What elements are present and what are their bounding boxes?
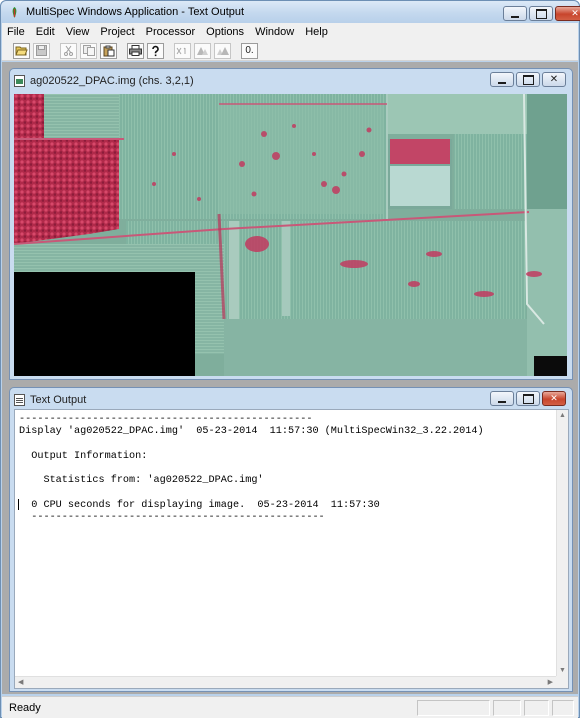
menu-bar: File Edit View Project Processor Options… [2,23,578,41]
zoom-out-button[interactable] [214,42,231,59]
scroll-corner [556,676,568,688]
menu-window[interactable]: Window [255,26,294,38]
zoom-x1-button[interactable] [174,42,191,59]
cut-button[interactable] [60,42,77,59]
save-button[interactable] [33,42,50,59]
output-line: 0 CPU seconds for displaying image. 05-2… [19,500,380,512]
output-line: Output Information: [19,450,148,462]
output-line: Display 'ag020522_DPAC.img' 05-23-2014 1… [19,426,484,438]
text-window-icon [14,394,25,406]
application-window: MultiSpec Windows Application - Text Out… [0,0,580,718]
text-window-titlebar[interactable]: Text Output [14,392,86,408]
menu-project[interactable]: Project [100,26,134,38]
scroll-left-icon[interactable]: ◀ [18,678,23,686]
folder-open-icon [15,46,28,56]
menu-edit[interactable]: Edit [36,26,55,38]
scroll-up-icon[interactable]: ▲ [559,412,566,419]
text-cursor [18,499,19,510]
image-window-icon [14,75,25,87]
image-close-button[interactable]: ✕ [542,72,566,87]
text-output-content: ----------------------------------------… [19,414,484,525]
horizontal-scrollbar[interactable]: ◀ ▶ [15,676,556,688]
minimize-button[interactable] [503,6,527,21]
text-output-area[interactable]: ----------------------------------------… [14,409,569,689]
help-button[interactable] [147,42,164,59]
multispec-logo-icon [12,7,17,18]
paste-icon [103,45,114,56]
image-display-area[interactable] [14,94,567,376]
menu-help[interactable]: Help [305,26,328,38]
zoom-x1-icon [176,47,186,54]
overlay-button[interactable]: 0. [241,42,258,59]
menu-processor[interactable]: Processor [146,26,196,38]
toolbar: 0. [2,41,578,61]
image-window[interactable]: ag020522_DPAC.img (chs. 3,2,1) ✕ [9,68,573,380]
status-pane [524,700,549,716]
status-pane [493,700,521,716]
print-button[interactable] [127,42,144,59]
false-color-aerial-image[interactable] [14,94,567,376]
text-minimize-button[interactable] [490,391,514,406]
text-close-button[interactable]: ✕ [542,391,566,406]
menu-file[interactable]: File [7,26,25,38]
image-window-titlebar[interactable]: ag020522_DPAC.img (chs. 3,2,1) [14,73,194,89]
text-maximize-button[interactable] [516,391,540,406]
status-bar: Ready [2,696,578,718]
image-minimize-button[interactable] [490,72,514,87]
output-line: Statistics from: 'ag020522_DPAC.img' [19,475,264,487]
output-line: ----------------------------------------… [19,512,325,524]
maximize-button[interactable] [529,6,553,21]
save-icon [36,45,47,56]
menu-options[interactable]: Options [206,26,244,38]
vertical-scrollbar[interactable]: ▲ ▼ [556,410,568,676]
paste-button[interactable] [100,42,117,59]
zoom-out-icon [217,47,229,55]
output-line: ----------------------------------------… [19,414,313,425]
zoom-in-icon [197,47,208,55]
close-button[interactable]: ✕ [555,6,580,21]
copy-icon [82,45,95,56]
status-text: Ready [9,702,41,714]
mdi-workspace: ag020522_DPAC.img (chs. 3,2,1) ✕ Text Ou… [2,62,578,694]
open-button[interactable] [13,42,30,59]
overlay-label: 0. [245,45,254,56]
scissors-icon [64,45,73,56]
status-pane [552,700,574,716]
text-window-title: Text Output [30,394,87,406]
scroll-right-icon[interactable]: ▶ [548,678,553,686]
title-bar[interactable]: MultiSpec Windows Application - Text Out… [1,1,580,23]
text-output-window[interactable]: Text Output ✕ --------------------------… [9,387,573,692]
image-maximize-button[interactable] [516,72,540,87]
window-title: MultiSpec Windows Application - Text Out… [26,6,245,18]
copy-button[interactable] [80,42,97,59]
scroll-down-icon[interactable]: ▼ [559,667,566,674]
help-icon [152,45,159,56]
menu-view[interactable]: View [66,26,90,38]
zoom-in-button[interactable] [194,42,211,59]
printer-icon [129,45,142,56]
status-pane [417,700,490,716]
image-window-title: ag020522_DPAC.img (chs. 3,2,1) [30,75,194,87]
